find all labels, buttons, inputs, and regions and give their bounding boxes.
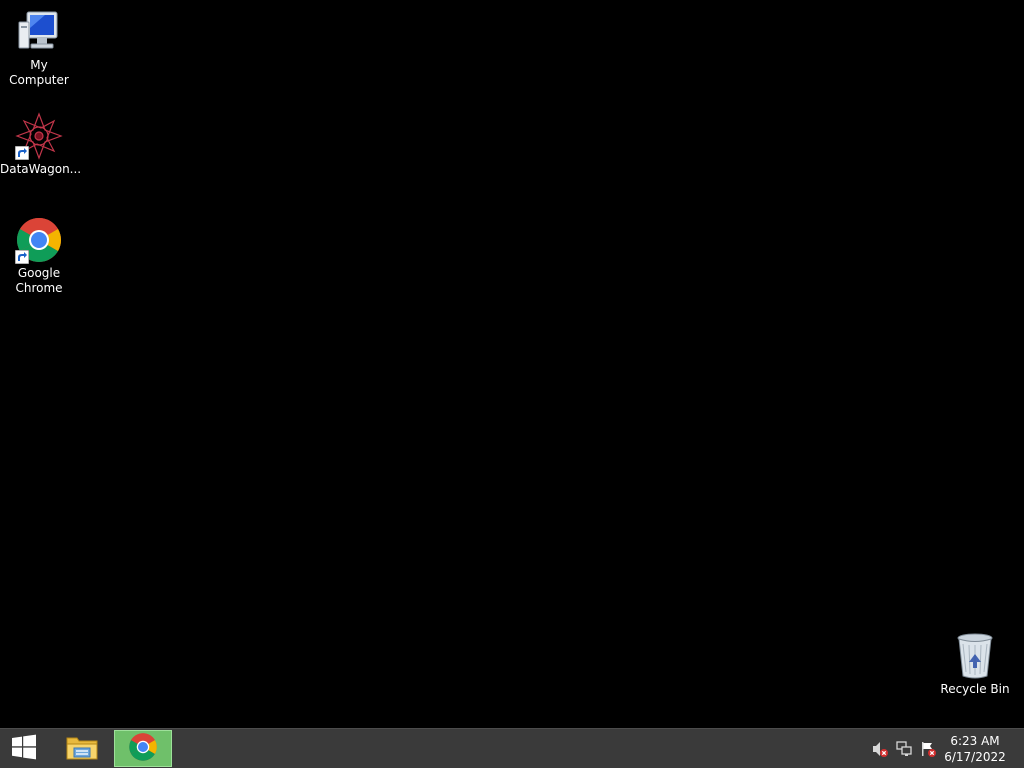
taskbar-chrome-button[interactable] xyxy=(114,730,172,767)
taskbar: 6:23 AM 6/17/2022 xyxy=(0,728,1024,768)
desktop: My Computer DataWagon... Google Chrome R… xyxy=(0,0,1024,728)
clock-time: 6:23 AM xyxy=(950,734,1000,748)
shortcut-arrow-icon xyxy=(15,146,29,160)
file-explorer-icon xyxy=(65,732,99,766)
shortcut-arrow-icon xyxy=(15,250,29,264)
chrome-icon xyxy=(128,732,158,766)
datawagon-icon xyxy=(15,112,63,160)
desktop-icon-my-computer[interactable]: My Computer xyxy=(0,8,78,88)
windows-logo-icon xyxy=(11,734,37,764)
system-tray xyxy=(872,729,936,768)
chrome-icon xyxy=(15,216,63,264)
taskbar-clock[interactable]: 6:23 AM 6/17/2022 xyxy=(940,733,1010,765)
speaker-muted-icon[interactable] xyxy=(872,741,888,757)
desktop-icon-datawagon[interactable]: DataWagon... xyxy=(0,112,82,177)
desktop-icon-label: My Computer xyxy=(9,58,69,87)
clock-date: 6/17/2022 xyxy=(944,750,1006,764)
start-button[interactable] xyxy=(0,729,48,768)
network-icon[interactable] xyxy=(896,740,912,757)
desktop-icon-label: DataWagon... xyxy=(0,162,82,176)
desktop-icon-label: Recycle Bin xyxy=(940,682,1010,696)
desktop-icon-google-chrome[interactable]: Google Chrome xyxy=(0,216,78,296)
my-computer-icon xyxy=(15,8,63,56)
desktop-icon-recycle-bin[interactable]: Recycle Bin xyxy=(936,632,1014,697)
action-center-flag-icon[interactable] xyxy=(920,741,936,757)
desktop-icon-label: Google Chrome xyxy=(15,266,63,295)
taskbar-file-explorer-button[interactable] xyxy=(54,730,110,767)
recycle-bin-icon xyxy=(951,632,999,680)
